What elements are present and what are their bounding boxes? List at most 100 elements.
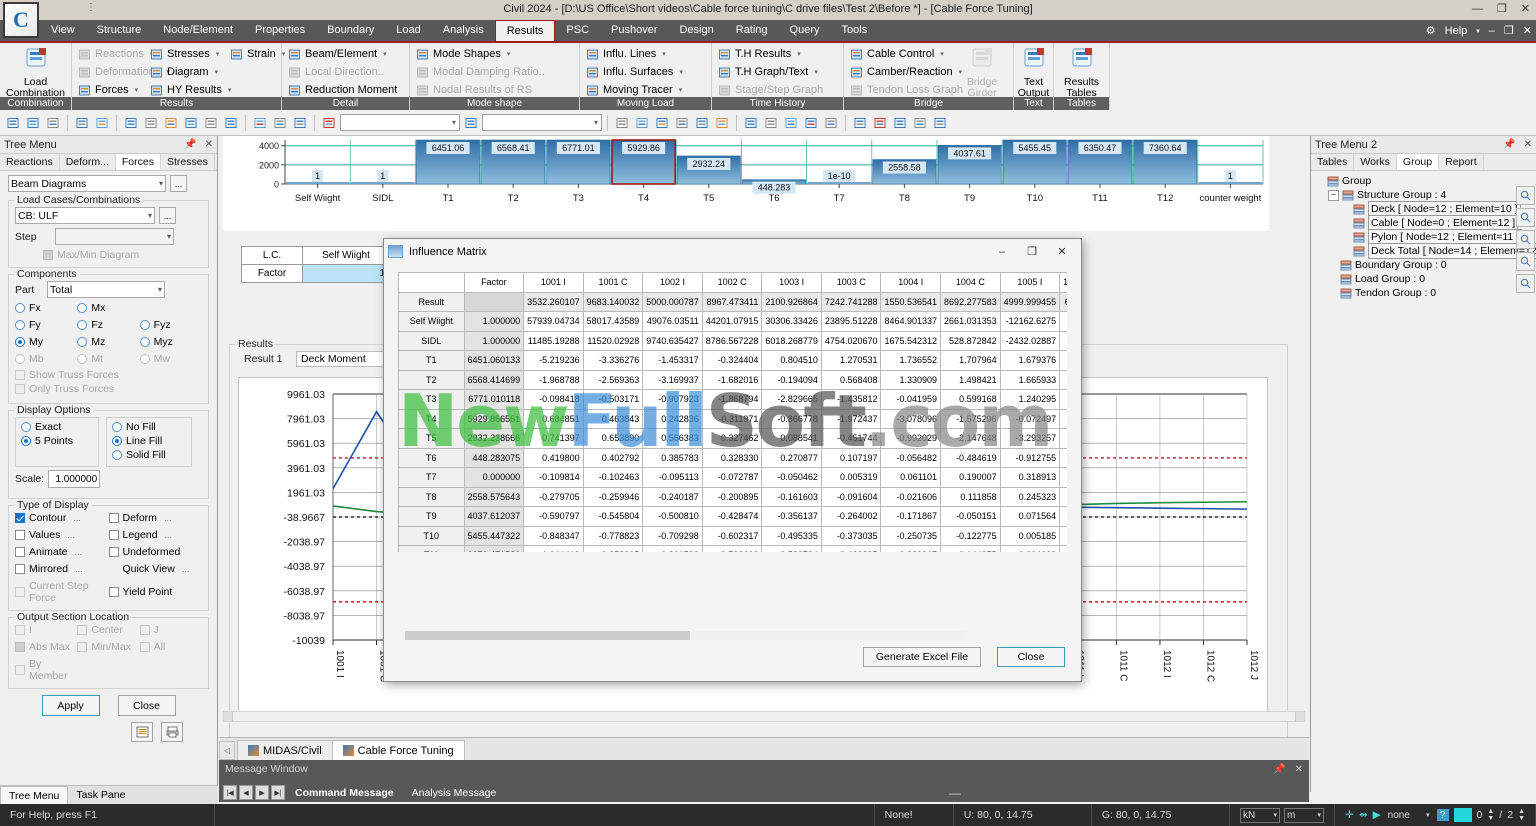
tree-node-pylon[interactable]: Pylon [ Node=12 ; Element=11 ]	[1315, 229, 1532, 245]
message-nav-button[interactable]: ◀	[239, 785, 253, 800]
close-icon[interactable]: ✕	[1524, 139, 1532, 150]
quick-access-toolbar-icon[interactable]: ⋮	[86, 2, 96, 13]
matrix-factor-cell[interactable]: 2932.238666	[463, 428, 525, 449]
dialog-close-button[interactable]: Close	[997, 647, 1065, 667]
toolbar-button-3[interactable]	[73, 114, 91, 132]
inner-restore-icon[interactable]: ❐	[1504, 24, 1514, 37]
play-icon[interactable]: ▶	[1373, 809, 1381, 821]
chevron-down-icon[interactable]: ▾	[814, 68, 818, 76]
component-radio-myz[interactable]: Myz	[139, 336, 202, 348]
ribbon-button-load[interactable]: Load Combination	[0, 45, 71, 99]
toolbar-button-9[interactable]	[202, 114, 220, 132]
display-option-animate[interactable]: Animate...	[15, 546, 109, 558]
tree-node-cable[interactable]: Cable [ Node=0 ; Element=12 ]	[1315, 215, 1532, 231]
menu-item-pushover[interactable]: Pushover	[600, 20, 668, 41]
lc-factor-cell[interactable]: 1	[302, 264, 390, 283]
settings-gear-icon[interactable]: ⚙	[1426, 24, 1436, 37]
toolbar-button-25[interactable]	[802, 114, 820, 132]
inner-close-icon[interactable]: ✕	[1523, 24, 1532, 37]
length-unit-select[interactable]: m ▾	[1283, 807, 1324, 823]
canvas-horizontal-scrollbar[interactable]	[223, 711, 1305, 722]
menu-item-rating[interactable]: Rating	[725, 20, 779, 41]
tree-node-deck[interactable]: Deck [ Node=12 ; Element=10 ]	[1315, 201, 1532, 217]
zoom-fit-icon[interactable]	[1515, 274, 1535, 293]
matrix-factor-cell[interactable]: 5929.856551	[463, 408, 525, 429]
save-table-icon[interactable]	[131, 722, 153, 742]
matrix-factor-cell[interactable]: 6568.414699	[463, 369, 525, 390]
ribbon-item-modal-damping-ratio-[interactable]: Modal Damping Ratio..	[412, 63, 578, 81]
toolbar-button-0[interactable]	[4, 114, 22, 132]
message-nav-button[interactable]: ▶	[255, 785, 269, 800]
chevron-down-icon[interactable]: ▾	[679, 68, 683, 76]
ribbon-item-influ-surfaces[interactable]: Influ. Surfaces ▾	[582, 63, 710, 81]
menu-item-psc[interactable]: PSC	[555, 20, 600, 41]
close-icon[interactable]: ✕	[205, 139, 213, 150]
toolbar-button-14[interactable]	[320, 114, 338, 132]
document-tab-midas-civil[interactable]: MIDAS/Civil	[237, 740, 333, 760]
ribbon-item-influ-lines[interactable]: Influ. Lines ▾	[582, 45, 710, 63]
pin-icon[interactable]: 📌	[184, 139, 196, 150]
toolbar-button-2[interactable]	[44, 114, 62, 132]
fill-mode-no-fill[interactable]: No Fill	[112, 421, 186, 433]
matrix-factor-cell[interactable]: 0.000000	[463, 467, 525, 488]
display-option-deform[interactable]: Deform...	[108, 512, 203, 524]
toolbar-button-24[interactable]	[782, 114, 800, 132]
toolbar-button-5[interactable]	[122, 114, 140, 132]
chevron-down-icon[interactable]: ▾	[383, 50, 387, 58]
component-radio-mz[interactable]: Mz	[77, 336, 139, 348]
toolbar-button-16[interactable]	[613, 114, 631, 132]
tree-node-tendon[interactable]: Tendon Group : 0	[1315, 286, 1532, 300]
options-ellipsis-button[interactable]: ...	[75, 547, 83, 557]
zoom-previous-icon[interactable]	[1515, 208, 1535, 227]
toolbar-button-10[interactable]	[222, 114, 240, 132]
part-select[interactable]: Total ▾	[47, 281, 165, 298]
scale-input[interactable]: 1.000000	[48, 470, 101, 488]
matrix-factor-cell[interactable]: 1.000000	[463, 330, 525, 351]
tree-node-load[interactable]: Load Group : 0	[1315, 272, 1532, 286]
chevron-down-icon[interactable]: ▾	[662, 50, 666, 58]
tree-expander-icon[interactable]: −	[1328, 189, 1339, 201]
group-tab-report[interactable]: Report	[1439, 154, 1484, 170]
component-radio-fz[interactable]: Fz	[77, 319, 139, 331]
menu-item-results[interactable]: Results	[494, 20, 556, 41]
ribbon-button-text[interactable]: Text Output	[1014, 45, 1053, 99]
tree-node-deck[interactable]: Deck Total [ Node=14 ; Element=12 ]	[1315, 243, 1536, 259]
chevron-down-icon[interactable]: ▾	[797, 50, 801, 58]
tree-tab-reactions[interactable]: Reactions	[0, 154, 60, 170]
group-tab-works[interactable]: Works	[1354, 154, 1397, 170]
toolbar-select-2[interactable]: ▾	[482, 114, 602, 131]
menu-item-properties[interactable]: Properties	[244, 20, 316, 41]
menu-item-analysis[interactable]: Analysis	[432, 20, 495, 41]
options-ellipsis-button[interactable]: ...	[182, 564, 190, 574]
document-tab-cable-force-tuning[interactable]: Cable Force Tuning	[331, 740, 465, 760]
toolbar-button-13[interactable]	[291, 114, 309, 132]
chevron-down-icon[interactable]: ▾	[679, 86, 683, 94]
print-table-icon[interactable]	[161, 722, 183, 742]
group-tab-group[interactable]: Group	[1396, 154, 1440, 170]
message-tab-analysis-message[interactable]: Analysis Message	[404, 784, 505, 801]
diagram-type-select[interactable]: Beam Diagrams ▾	[8, 175, 166, 192]
toolbar-button-28[interactable]	[871, 114, 889, 132]
dialog-minimize-icon[interactable]: –	[987, 241, 1017, 263]
options-ellipsis-button[interactable]: ...	[73, 513, 81, 523]
restore-icon[interactable]: ❐	[1497, 2, 1507, 16]
toolbar-button-22[interactable]	[742, 114, 760, 132]
tree-tab-forces[interactable]: Forces	[115, 154, 161, 170]
dialog-maximize-icon[interactable]: ❐	[1017, 241, 1047, 263]
tree-tab-deform-[interactable]: Deform...	[60, 154, 116, 170]
node-snap-icon[interactable]: ✛	[1345, 809, 1354, 821]
component-radio-mx[interactable]: Mx	[77, 302, 139, 314]
message-nav-button[interactable]: |◀	[223, 785, 237, 800]
menu-item-tools[interactable]: Tools	[831, 20, 879, 41]
menu-item-node-element[interactable]: Node/Element	[152, 20, 244, 41]
display-option-yield-point[interactable]: Yield Point	[108, 580, 203, 604]
display-option-contour[interactable]: Contour...	[15, 512, 109, 524]
tree-tab-stresses[interactable]: Stresses	[161, 154, 215, 170]
ribbon-item-beam-element[interactable]: Beam/Element ▾	[284, 45, 408, 63]
matrix-factor-cell[interactable]: 6771.010118	[463, 389, 525, 410]
component-radio-my[interactable]: My	[15, 336, 77, 348]
bottom-tab-tree-menu[interactable]: Tree Menu	[0, 785, 69, 805]
toolbar-button-1[interactable]	[24, 114, 42, 132]
matrix-factor-cell[interactable]: 448.283075	[463, 447, 525, 468]
chevron-down-icon[interactable]: ▾	[216, 50, 220, 58]
